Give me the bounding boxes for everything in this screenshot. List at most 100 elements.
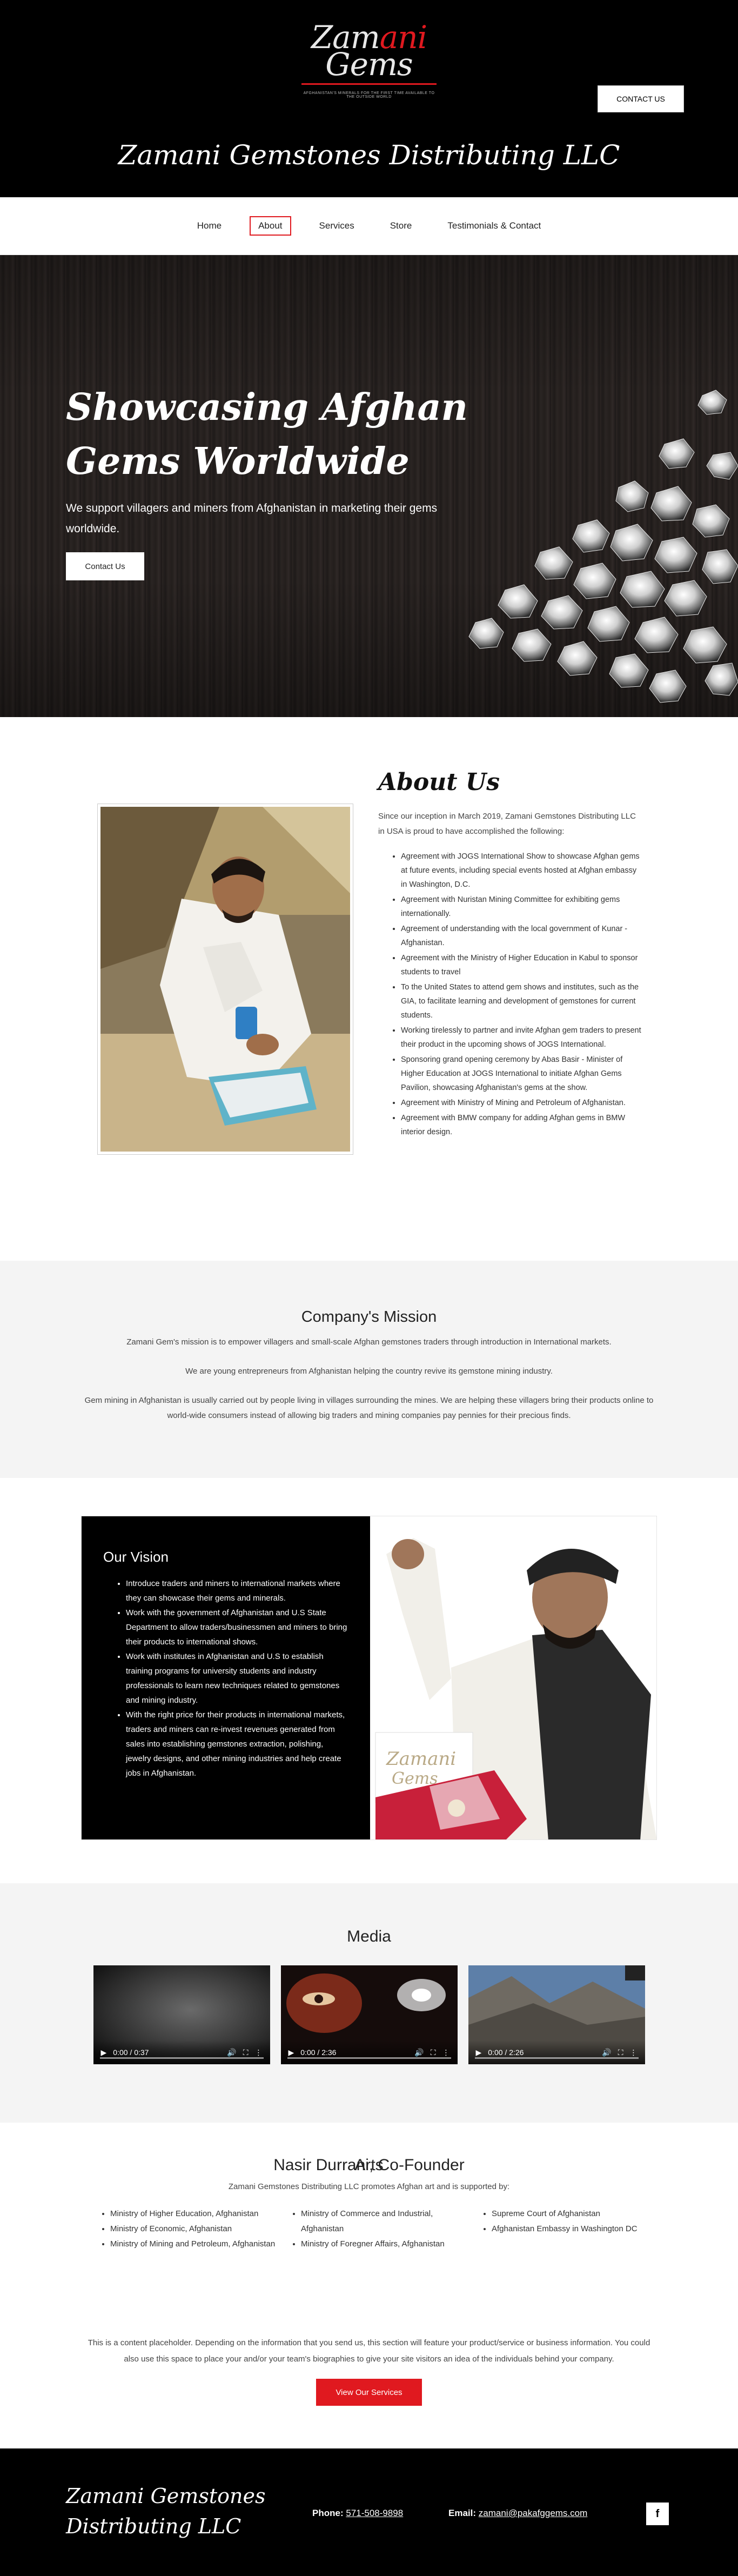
video-player-3[interactable]: ▶ 0:00 / 2:26 🔊 ⛶ ⋮ <box>468 1965 645 2064</box>
list-item: To the United States to attend gem shows… <box>401 980 643 1022</box>
video-controls: ▶ 0:00 / 2:26 🔊 ⛶ ⋮ <box>468 2040 645 2064</box>
logo-tagline: Afghanistan's minerals for the first tim… <box>303 91 435 99</box>
list-item: Sponsoring grand opening ceremony by Aba… <box>401 1053 643 1095</box>
list-item: Agreement with Ministry of Mining and Pe… <box>401 1096 643 1110</box>
volume-icon[interactable]: 🔊 <box>602 2048 611 2057</box>
nav-item-home[interactable]: Home <box>190 217 229 235</box>
vision-card: Our Vision Introduce traders and miners … <box>81 1516 657 1840</box>
list-item: Ministry of Mining and Petroleum, Afghan… <box>110 2237 281 2252</box>
vision-list: Introduce traders and miners to internat… <box>103 1576 348 1781</box>
fullscreen-icon[interactable]: ⛶ <box>618 2048 623 2057</box>
play-icon[interactable]: ▶ <box>476 2048 482 2057</box>
list-item: Afghanistan Embassy in Washington DC <box>492 2222 662 2237</box>
mission-title: Company's Mission <box>301 1308 437 1326</box>
nav-item-testimonials-contact[interactable]: Testimonials & Contact <box>440 217 548 235</box>
list-item: Supreme Court of Afghanistan <box>492 2206 662 2222</box>
man-working-photo <box>100 807 350 1152</box>
about-intro: Since our inception in March 2019, Zaman… <box>378 812 636 836</box>
view-services-button[interactable]: View Our Services <box>316 2379 422 2406</box>
hero-subtitle: We support villagers and miners from Afg… <box>66 502 438 535</box>
video-controls: ▶ 0:00 / 2:36 🔊 ⛶ ⋮ <box>280 2040 458 2064</box>
supporters-list-3: Supreme Court of Afghanistan Afghanistan… <box>479 2206 662 2237</box>
more-options-icon[interactable]: ⋮ <box>255 2048 263 2057</box>
vision-title: Our Vision <box>103 1549 169 1565</box>
list-item: Introduce traders and miners to internat… <box>126 1576 348 1605</box>
vision-text-panel: Our Vision Introduce traders and miners … <box>82 1516 371 1839</box>
video-player-2[interactable]: ▶ 0:00 / 2:36 🔊 ⛶ ⋮ <box>280 1965 458 2064</box>
list-item: Working tirelessly to partner and invite… <box>401 1023 643 1052</box>
more-options-icon[interactable]: ⋮ <box>442 2048 450 2057</box>
volume-icon[interactable]: 🔊 <box>414 2048 424 2057</box>
footer-title: Zamani Gemstones Distributing LLC <box>66 2484 266 2538</box>
list-item: Agreement with JOGS International Show t… <box>401 849 643 892</box>
footer-phone: Phone: 571-508-9898 <box>312 2508 403 2519</box>
media-section: Media ▶ 0:00 / 0:37 🔊 ⛶ ⋮ ▶ 0:00 / 2:36 … <box>0 1883 738 2123</box>
man-with-gem-photo: Zamani Gems <box>370 1516 656 1839</box>
about-title: About Us <box>378 768 500 796</box>
list-item: Agreement with BMW company for adding Af… <box>401 1111 643 1139</box>
supporters-list-2: Ministry of Commerce and Industrial, Afg… <box>288 2206 472 2252</box>
hero-title: Showcasing Afghan Gems Worldwide <box>66 386 468 483</box>
list-item: Agreement of understanding with the loca… <box>401 922 643 950</box>
logo-divider <box>301 83 437 85</box>
video-player-1[interactable]: ▶ 0:00 / 0:37 🔊 ⛶ ⋮ <box>93 1965 270 2064</box>
video-progress-bar[interactable] <box>474 2057 639 2059</box>
fullscreen-icon[interactable]: ⛶ <box>243 2048 249 2057</box>
arts-section: Arts Zamani Gemstones Distributing LLC p… <box>0 2123 738 2448</box>
email-label: Email: <box>448 2508 477 2518</box>
play-icon[interactable]: ▶ <box>101 2048 107 2057</box>
list-item: Ministry of Commerce and Industrial, Afg… <box>301 2206 472 2237</box>
hero-section: Showcasing Afghan Gems Worldwide We supp… <box>0 255 738 717</box>
accomplishments-list: Agreement with JOGS International Show t… <box>378 849 643 1140</box>
list-item: Ministry of Economic, Afghanistan <box>110 2222 281 2237</box>
list-item: With the right price for their products … <box>126 1708 348 1781</box>
mission-paragraph: We are young entrepreneurs from Afghanis… <box>185 1367 553 1376</box>
video-controls: ▶ 0:00 / 0:37 🔊 ⛶ ⋮ <box>93 2040 270 2064</box>
contact-us-button[interactable]: CONTACT US <box>598 85 684 112</box>
list-item: Work with the government of Afghanistan … <box>126 1605 348 1649</box>
site-title: Zamani Gemstones Distributing LLC <box>118 139 620 171</box>
site-header: Zamani Gems Afghanistan's minerals for t… <box>0 0 738 197</box>
vision-photo: Zamani Gems <box>370 1516 656 1839</box>
arts-intro: Zamani Gemstones Distributing LLC promot… <box>228 2182 510 2191</box>
video-time: 0:00 / 2:26 <box>488 2048 524 2057</box>
video-progress-bar[interactable] <box>287 2057 451 2059</box>
video-time: 0:00 / 0:37 <box>113 2048 149 2057</box>
site-footer: Zamani Gemstones Distributing LLC Phone:… <box>0 2448 738 2576</box>
founder-title: Nasir Durrani, Co-Founder <box>273 2156 465 2174</box>
list-item: Work with institutes in Afghanistan and … <box>126 1649 348 1708</box>
hero-contact-button[interactable]: Contact Us <box>66 552 144 580</box>
footer-email: Email: zamani@pakafggems.com <box>448 2508 587 2519</box>
facebook-icon[interactable]: f <box>646 2503 669 2525</box>
phone-link[interactable]: 571-508-9898 <box>346 2508 403 2518</box>
founder-text: This is a content placeholder. Depending… <box>88 2338 650 2364</box>
volume-icon[interactable]: 🔊 <box>227 2048 236 2057</box>
about-photo <box>97 804 353 1155</box>
supporters-list-1: Ministry of Higher Education, Afghanista… <box>97 2206 281 2252</box>
nav-item-about[interactable]: About <box>250 216 291 236</box>
list-item: Agreement with Nuristan Mining Committee… <box>401 893 643 921</box>
nav-item-store[interactable]: Store <box>383 217 420 235</box>
video-progress-bar[interactable] <box>99 2057 264 2059</box>
video-time: 0:00 / 2:36 <box>300 2048 337 2057</box>
mission-section: Company's Mission Zamani Gem's mission i… <box>0 1261 738 1478</box>
mission-paragraph: Gem mining in Afghanistan is usually car… <box>84 1396 654 1420</box>
logo-wordmark: Zamani Gems <box>299 22 439 80</box>
phone-label: Phone: <box>312 2508 344 2518</box>
video-gallery: ▶ 0:00 / 0:37 🔊 ⛶ ⋮ ▶ 0:00 / 2:36 🔊 ⛶ ⋮ … <box>0 1965 738 2064</box>
site-logo[interactable]: Zamani Gems Afghanistan's minerals for t… <box>299 22 439 103</box>
email-link[interactable]: zamani@pakafggems.com <box>479 2508 588 2518</box>
about-section: About Us Since our inception in March 20… <box>0 717 738 1261</box>
vision-section: Our Vision Introduce traders and miners … <box>0 1478 738 1883</box>
play-icon[interactable]: ▶ <box>289 2048 294 2057</box>
media-title: Media <box>347 1928 391 1945</box>
svg-text:Zamani: Zamani <box>386 1748 456 1770</box>
fullscreen-icon[interactable]: ⛶ <box>431 2048 436 2057</box>
list-item: Agreement with the Ministry of Higher Ed… <box>401 951 643 979</box>
main-nav: Home About Services Store Testimonials &… <box>0 197 738 255</box>
list-item: Ministry of Higher Education, Afghanista… <box>110 2206 281 2222</box>
list-item: Ministry of Foregner Affairs, Afghanista… <box>301 2237 472 2252</box>
nav-item-services[interactable]: Services <box>312 217 362 235</box>
more-options-icon[interactable]: ⋮ <box>630 2048 638 2057</box>
mission-paragraph: Zamani Gem's mission is to empower villa… <box>126 1337 612 1347</box>
